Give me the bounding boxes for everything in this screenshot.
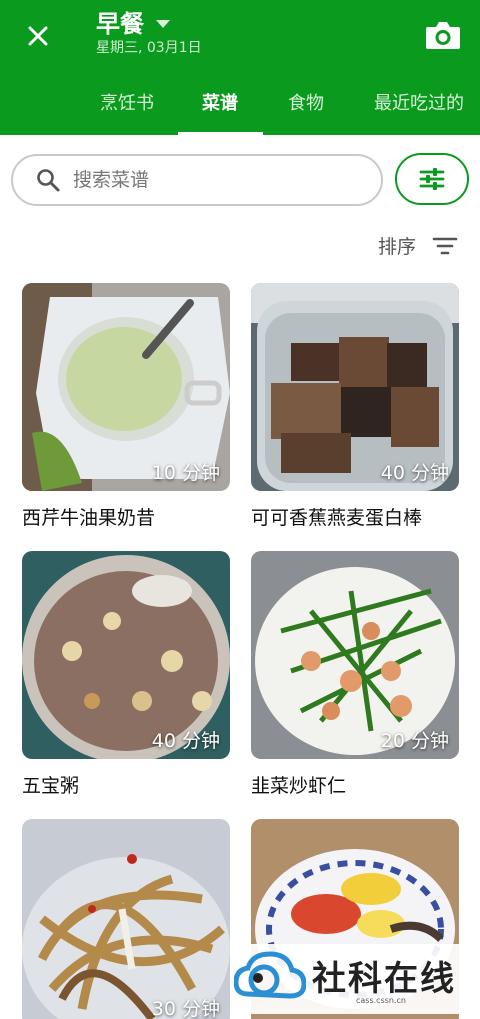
tab-cookbook[interactable]: 烹饪书 (97, 84, 157, 135)
camera-icon (426, 22, 460, 49)
cook-time: 40 分钟 (380, 462, 449, 484)
recipe-card[interactable]: 10 分钟 西芹牛油果奶昔 (22, 283, 230, 530)
filter-button[interactable] (395, 153, 469, 205)
camera-button[interactable] (424, 18, 462, 52)
recipe-name: 可可香蕉燕麦蛋白棒 (251, 507, 423, 529)
recipe-image: 20 分钟 (251, 551, 459, 759)
cook-time: 30 分钟 (151, 998, 220, 1019)
recipe-card[interactable]: 30 分钟 (22, 819, 230, 1019)
search-icon (37, 169, 60, 192)
tab-recipes[interactable]: 菜谱 (190, 84, 250, 135)
sliders-icon (419, 168, 445, 190)
recipe-image: 40 分钟 (251, 283, 459, 491)
watermark: 社科在线 cass.cssn.cn (234, 944, 474, 1014)
recipe-image: 30 分钟 (22, 819, 230, 1019)
caret-down-icon (156, 20, 170, 28)
sort-label: 排序 (377, 236, 416, 258)
cook-time: 40 分钟 (151, 730, 220, 752)
recipe-name: 西芹牛油果奶昔 (22, 507, 156, 529)
app-header: 早餐 星期三, 03月1日 烹饪书 菜谱 食物 最近吃过的 (0, 0, 480, 135)
recipe-image: 40 分钟 (22, 551, 230, 759)
tab-recent[interactable]: 最近吃过的 (372, 84, 466, 135)
date-label: 星期三, 03月1日 (96, 40, 202, 56)
sort-icon (432, 237, 458, 254)
watermark-url: cass.cssn.cn (356, 996, 406, 1005)
tab-bar: 烹饪书 菜谱 食物 最近吃过的 (0, 84, 480, 135)
cook-time: 10 分钟 (151, 462, 220, 484)
sort-button[interactable]: 排序 (378, 232, 458, 259)
recipe-name: 五宝粥 (22, 775, 80, 797)
recipe-card[interactable]: 40 分钟 五宝粥 (22, 551, 230, 798)
watermark-logo (234, 951, 306, 999)
search-bar[interactable] (11, 154, 383, 206)
recipe-card[interactable]: 40 分钟 可可香蕉燕麦蛋白棒 (251, 283, 459, 530)
cook-time: 20 分钟 (380, 730, 449, 752)
close-button[interactable] (22, 20, 54, 52)
page-title: 早餐 (96, 10, 144, 38)
watermark-text: 社科在线 (312, 959, 456, 999)
recipe-card[interactable]: 20 分钟 韭菜炒虾仁 (251, 551, 459, 798)
tab-foods[interactable]: 食物 (285, 84, 327, 135)
close-icon (28, 26, 48, 46)
recipe-image: 10 分钟 (22, 283, 230, 491)
search-input[interactable] (73, 169, 333, 191)
active-tab-indicator (178, 132, 263, 135)
recipe-name: 韭菜炒虾仁 (251, 775, 347, 797)
meal-selector[interactable]: 早餐 星期三, 03月1日 (96, 8, 202, 57)
